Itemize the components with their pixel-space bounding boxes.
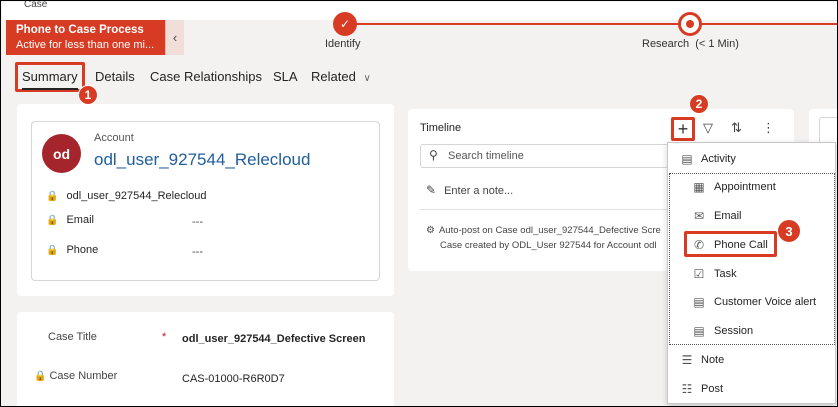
tab-sla[interactable]: SLA <box>273 69 298 84</box>
account-link[interactable]: odl_user_927544_Relecloud <box>94 150 310 170</box>
menu-item-activity[interactable]: ▤ Activity <box>668 147 837 173</box>
post-icon: ☷ <box>681 382 693 396</box>
tab-related[interactable]: Related ∨ <box>311 69 371 84</box>
stage-research-name: Research <box>642 38 690 50</box>
stage-research-duration: (< 1 Min) <box>695 38 739 50</box>
timeline-search[interactable]: ⚲ Search timeline <box>420 144 670 168</box>
calendar-icon: ▦ <box>693 180 705 194</box>
stage-track <box>184 20 837 55</box>
case-form: Case Phone to Case Process Active for le… <box>0 0 838 407</box>
menu-item-label: Customer Voice alert <box>714 296 817 308</box>
search-icon: ⚲ <box>429 148 438 162</box>
selected-tab-indicator <box>22 88 78 90</box>
window-title: Case <box>24 0 48 10</box>
tab-related-label: Related <box>311 69 356 84</box>
plus-icon: + <box>677 119 689 139</box>
menu-item-label: Activity <box>701 153 736 165</box>
email-label: Email <box>66 214 94 226</box>
avatar: od <box>42 134 81 173</box>
post-line-1: ⚙ Auto-post on Case odl_user_927544_Defec… <box>426 223 661 238</box>
alert-icon: ▤ <box>693 295 705 309</box>
tab-summary[interactable]: Summary <box>22 69 78 84</box>
form-tabs: Summary Details Case Relationships SLA R… <box>2 58 837 96</box>
mail-icon: ✉ <box>693 209 705 223</box>
required-indicator: * <box>162 331 167 343</box>
menu-item-task[interactable]: ☑ Task <box>668 262 837 288</box>
account-label: Account <box>94 132 134 144</box>
tab-case-relationships[interactable]: Case Relationships <box>150 69 262 84</box>
note-placeholder: Enter a note... <box>444 185 514 197</box>
callout-badge-3: 3 <box>777 219 801 243</box>
menu-item-label: Note <box>701 354 725 366</box>
tab-details[interactable]: Details <box>95 69 135 84</box>
stage-connector <box>690 23 837 25</box>
collapse-process-button[interactable]: ‹ <box>165 20 184 55</box>
business-process-flow: Case Phone to Case Process Active for le… <box>2 0 837 58</box>
menu-item-customer-voice-alert[interactable]: ▤ Customer Voice alert <box>668 290 837 316</box>
menu-item-label: Post <box>701 383 724 395</box>
lock-icon: 🔒 <box>46 191 59 202</box>
menu-item-note[interactable]: ☰ Note <box>668 348 837 374</box>
lock-icon: 🔒 <box>46 245 59 256</box>
menu-item-label: Session <box>714 325 754 337</box>
menu-item-email[interactable]: ✉ Email <box>668 204 837 230</box>
case-number-label-text: Case Number <box>49 370 118 382</box>
stage-identify-label[interactable]: Identify <box>325 38 360 50</box>
case-number-label: 🔒 Case Number <box>34 370 117 382</box>
timeline-title: Timeline <box>420 122 462 134</box>
add-timeline-button[interactable]: + <box>671 117 695 141</box>
activity-icon: ▤ <box>681 152 693 166</box>
chevron-down-icon: ∨ <box>363 73 371 84</box>
session-icon: ▤ <box>693 324 705 338</box>
filter-icon[interactable]: ▽ <box>703 120 713 136</box>
case-details-section: Case Title * odl_user_927544_Defective S… <box>17 312 394 406</box>
lock-icon: 🔒 <box>34 371 47 382</box>
case-title-label: Case Title <box>48 331 97 343</box>
note-input[interactable]: ✎ Enter a note... <box>426 183 513 197</box>
post-line-2: Case created by ODL_User 927544 for Acco… <box>440 240 657 251</box>
account-name-value: odl_user_927544_Relecloud <box>66 190 207 202</box>
add-activity-menu: ▤ Activity ▦ Appointment ✉ Email ✆ Phone… <box>667 142 836 404</box>
note-icon: ☰ <box>681 353 693 367</box>
menu-item-session[interactable]: ▤ Session <box>668 319 837 345</box>
stage-research-label[interactable]: Research (< 1 Min) <box>642 38 739 50</box>
menu-item-appointment[interactable]: ▦ Appointment <box>668 175 837 201</box>
timeline-post[interactable]: ⚙ Auto-post on Case odl_user_927544_Defec… <box>426 223 661 253</box>
email-value: --- <box>192 216 203 228</box>
callout-badge-1: 1 <box>78 85 98 105</box>
stage-identify-marker[interactable]: ✓ <box>333 12 357 36</box>
callout-badge-2: 2 <box>689 94 709 114</box>
account-name-field: 🔒 odl_user_927544_Relecloud <box>46 190 207 202</box>
phone-field-label: 🔒 Phone <box>46 244 98 256</box>
sort-icon[interactable]: ⇅ <box>731 120 742 136</box>
phone-label: Phone <box>66 244 99 256</box>
account-card: od Account odl_user_927544_Relecloud 🔒 od… <box>31 121 380 281</box>
robot-icon: ⚙ <box>426 225 435 236</box>
menu-item-label: Appointment <box>714 181 776 193</box>
chevron-left-icon: ‹ <box>172 30 178 45</box>
menu-item-label: Task <box>714 268 737 280</box>
post-text-1: Auto-post on Case odl_user_927544_Defect… <box>438 225 661 236</box>
divider <box>420 209 682 210</box>
menu-item-label: Email <box>714 210 742 222</box>
stage-research-marker[interactable] <box>678 12 702 36</box>
lock-icon: 🔒 <box>46 215 59 226</box>
task-icon: ☑ <box>693 267 705 281</box>
checkmark-icon: ✓ <box>339 17 351 31</box>
phone-value: --- <box>192 246 203 258</box>
menu-item-post[interactable]: ☷ Post <box>668 377 837 403</box>
process-status: Active for less than one mi... <box>16 39 155 51</box>
process-header[interactable]: Phone to Case Process Active for less th… <box>6 20 184 55</box>
case-number-value: CAS-01000-R6R0D7 <box>182 373 285 385</box>
phone-call-highlight <box>684 231 777 257</box>
more-options-icon[interactable]: ⋮ <box>762 120 775 136</box>
stage-connector <box>344 23 686 25</box>
email-field-label: 🔒 Email <box>46 214 94 226</box>
title-strip: Case <box>2 0 837 20</box>
process-name: Phone to Case Process <box>16 24 144 36</box>
search-placeholder: Search timeline <box>448 150 524 162</box>
case-title-field[interactable]: odl_user_927544_Defective Screen <box>182 333 365 345</box>
pencil-icon: ✎ <box>426 183 437 197</box>
